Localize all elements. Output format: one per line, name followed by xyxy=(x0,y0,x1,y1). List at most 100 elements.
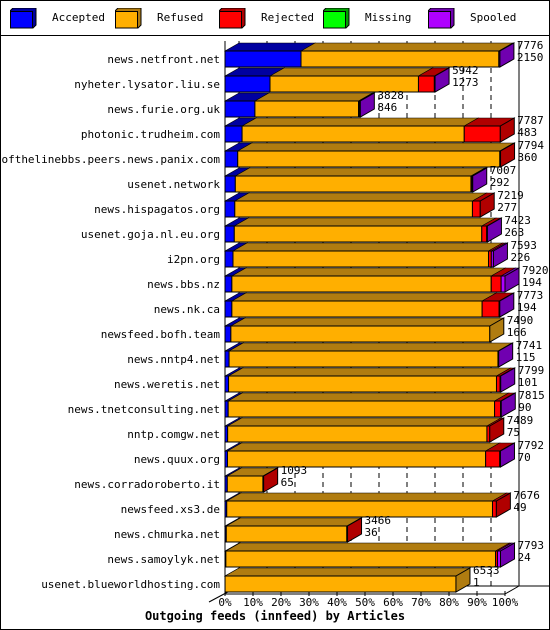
category-label: newsfeed.xs3.de xyxy=(120,503,220,516)
category-label: news.weretis.net xyxy=(114,378,220,391)
bar-segment-top xyxy=(236,142,515,152)
accepted-label: 483 xyxy=(517,126,538,139)
value-label: 6533 1 xyxy=(473,565,500,589)
bar-segment-top xyxy=(268,67,434,77)
accepted-label: 70 xyxy=(517,451,531,464)
category-label: news.furie.org.uk xyxy=(107,103,220,116)
bar-segment-accepted xyxy=(224,175,236,193)
bar-segment-refused xyxy=(228,375,497,393)
category-label: usenet.blueworldhosting.com xyxy=(41,578,220,591)
accepted-label: 194 xyxy=(522,276,542,289)
value-label: 7792 70 xyxy=(517,440,544,464)
value-label: 7676 49 xyxy=(513,490,540,514)
accepted-label: 101 xyxy=(517,376,538,389)
x-tick-label: 30% xyxy=(299,596,319,609)
value-label: 7593 226 xyxy=(510,240,537,264)
bar-segment-rejected xyxy=(491,500,497,518)
bar-segment-accepted xyxy=(224,225,235,243)
accepted-label: 263 xyxy=(504,226,525,239)
bar-segment-accepted xyxy=(224,375,230,393)
bar-segment-rejected xyxy=(490,275,502,293)
category-label: news.netfront.net xyxy=(107,53,220,66)
floor-right-edge xyxy=(504,585,520,595)
bar-segment-refused xyxy=(227,425,488,443)
accepted-label: 24 xyxy=(517,551,531,564)
bar-segment-top xyxy=(226,417,503,427)
accepted-label: 75 xyxy=(506,426,520,439)
category-label: usenet.network xyxy=(127,178,220,191)
category-label: news.bbs.nz xyxy=(147,278,220,291)
value-label: 7007 292 xyxy=(490,165,517,189)
category-label: news.hispagatos.org xyxy=(94,203,220,216)
category-label: news.samoylyk.net xyxy=(107,553,220,566)
category-label: newsfeed.bofh.team xyxy=(100,328,220,341)
value-label: 7815 90 xyxy=(518,390,545,414)
category-label: nyheter.lysator.liu.se xyxy=(74,78,220,91)
value-label: 7490 166 xyxy=(507,315,534,339)
value-label: 7920 194 xyxy=(522,265,549,289)
bar-segment-accepted xyxy=(224,275,233,293)
bar-segment-accepted xyxy=(224,250,234,268)
value-label: 3828 846 xyxy=(377,90,404,114)
x-tick-label: 20% xyxy=(271,596,291,609)
bar-segment-rejected xyxy=(485,450,501,468)
bar-segment-top xyxy=(227,342,514,352)
x-tick-label: 70% xyxy=(411,596,431,609)
bar-segment-top xyxy=(231,242,504,252)
bar-segment-accepted xyxy=(224,350,230,368)
bar-segment-refused xyxy=(241,125,465,143)
bar-segment-top xyxy=(225,517,362,527)
x-tick-label: 10% xyxy=(243,596,263,609)
value-label: 3466 36 xyxy=(365,515,392,539)
bar-segment-refused xyxy=(231,275,492,293)
bar-segment-top xyxy=(233,192,488,202)
value-label: 7489 75 xyxy=(507,415,534,439)
bar-segment-top xyxy=(240,117,480,127)
bar-segment-accepted xyxy=(224,125,243,143)
value-label: 7219 277 xyxy=(497,190,524,214)
bar-segment-top xyxy=(227,367,512,377)
bar-segment-refused xyxy=(227,400,496,418)
accepted-label: 2150 xyxy=(516,51,544,64)
x-tick-label: 100% xyxy=(491,596,519,609)
bar-segment-refused xyxy=(237,150,501,168)
value-label: 7799 101 xyxy=(518,365,545,389)
category-label: endofthelinebbs.peers.news.panix.com xyxy=(0,153,220,166)
bar-segment-refused xyxy=(233,225,483,243)
bar-segment-top xyxy=(226,442,501,452)
bar-segment-refused xyxy=(230,325,491,343)
bar-segment-top xyxy=(223,42,317,52)
bar-segment-accepted xyxy=(224,325,232,343)
bar-segment-refused xyxy=(254,100,360,118)
accepted-label: 846 xyxy=(377,101,398,114)
accepted-label: 49 xyxy=(513,501,527,514)
bar-segment-top xyxy=(253,92,374,102)
bar-segment-rejected xyxy=(481,300,500,318)
bar-chart xyxy=(208,41,550,603)
category-label: nntp.comgw.net xyxy=(127,428,220,441)
accepted-label: 115 xyxy=(515,351,536,364)
value-label: 7741 115 xyxy=(516,340,543,364)
bar-segment-rejected xyxy=(417,75,435,93)
bar-segment-refused xyxy=(224,575,457,593)
value-label: 7423 263 xyxy=(504,215,531,239)
bar-segment-top xyxy=(225,492,508,502)
accepted-label: 90 xyxy=(518,401,532,414)
bar-segment-refused xyxy=(228,350,499,368)
bar-segment-rejected xyxy=(481,225,488,243)
bar-segment-spooled xyxy=(500,275,506,293)
bar-segment-accepted xyxy=(224,50,302,68)
bar-segment-rejected xyxy=(495,375,501,393)
bar-segment-refused xyxy=(226,500,493,518)
bar-segment-accepted xyxy=(224,300,233,318)
bar-segment-accepted xyxy=(224,100,256,118)
accepted-label: 65 xyxy=(280,476,294,489)
bar-segment-refused xyxy=(226,475,264,493)
accepted-label: 36 xyxy=(364,526,378,539)
accepted-label: 194 xyxy=(516,301,537,314)
bar-segment-top xyxy=(229,317,505,327)
value-label: 7787 483 xyxy=(517,115,544,139)
bar-segment-accepted xyxy=(224,200,236,218)
bar-segment-top xyxy=(233,217,497,227)
value-label: 7773 194 xyxy=(517,290,544,314)
